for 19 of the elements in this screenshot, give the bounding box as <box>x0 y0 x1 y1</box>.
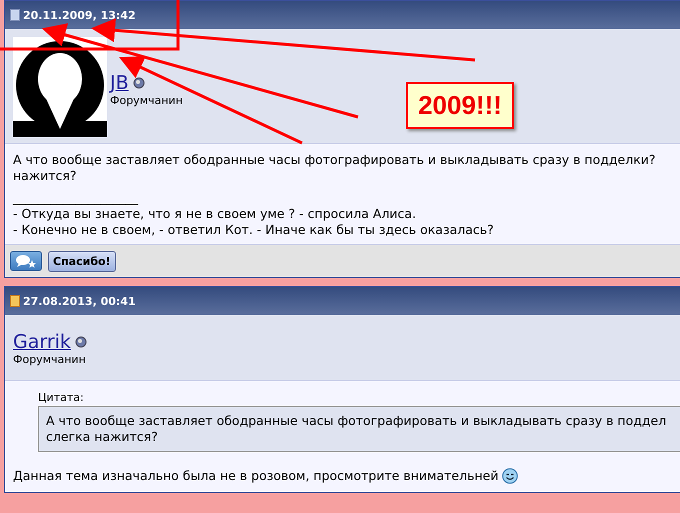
post-date: 27.08.2013, 00:41 <box>23 294 136 308</box>
thanks-button[interactable]: Спасибо! <box>48 250 116 272</box>
signature-text: - Конечно не в своем, - ответил Кот. - Иначе как бы ты здесь оказалась? <box>13 222 495 238</box>
quote-label: Цитата: <box>38 391 85 404</box>
username-link[interactable]: JB <box>110 72 129 94</box>
quote-text: слегка нажится? <box>46 429 159 445</box>
message-text: нажится? <box>13 168 77 184</box>
signature-text: - Откуда вы знаете, что я не в своем уме ? - спросила Алиса. <box>13 206 418 222</box>
signature-text: ____________________ <box>13 190 140 206</box>
message-text: Данная тема изначально была не в розовом, просмотрите внимательней <box>13 468 498 484</box>
quote-text: А что вообще заставляет ободранные часы фотографировать и выкладывать сразу в поддел <box>46 413 668 429</box>
callout-label: 2009!!! <box>406 82 514 129</box>
username-link[interactable]: Garrik <box>13 331 71 353</box>
speech-bubble-icon <box>15 254 37 268</box>
user-rank: Форумчанин <box>13 353 87 366</box>
user-rank: Форумчанин <box>110 94 183 107</box>
message-text: А что вообще заставляет ободранные часы фотографировать и выкладывать сразу в подделки? <box>13 152 656 168</box>
reply-button[interactable] <box>10 251 42 271</box>
post-date: 20.11.2009, 13:42 <box>23 8 136 22</box>
